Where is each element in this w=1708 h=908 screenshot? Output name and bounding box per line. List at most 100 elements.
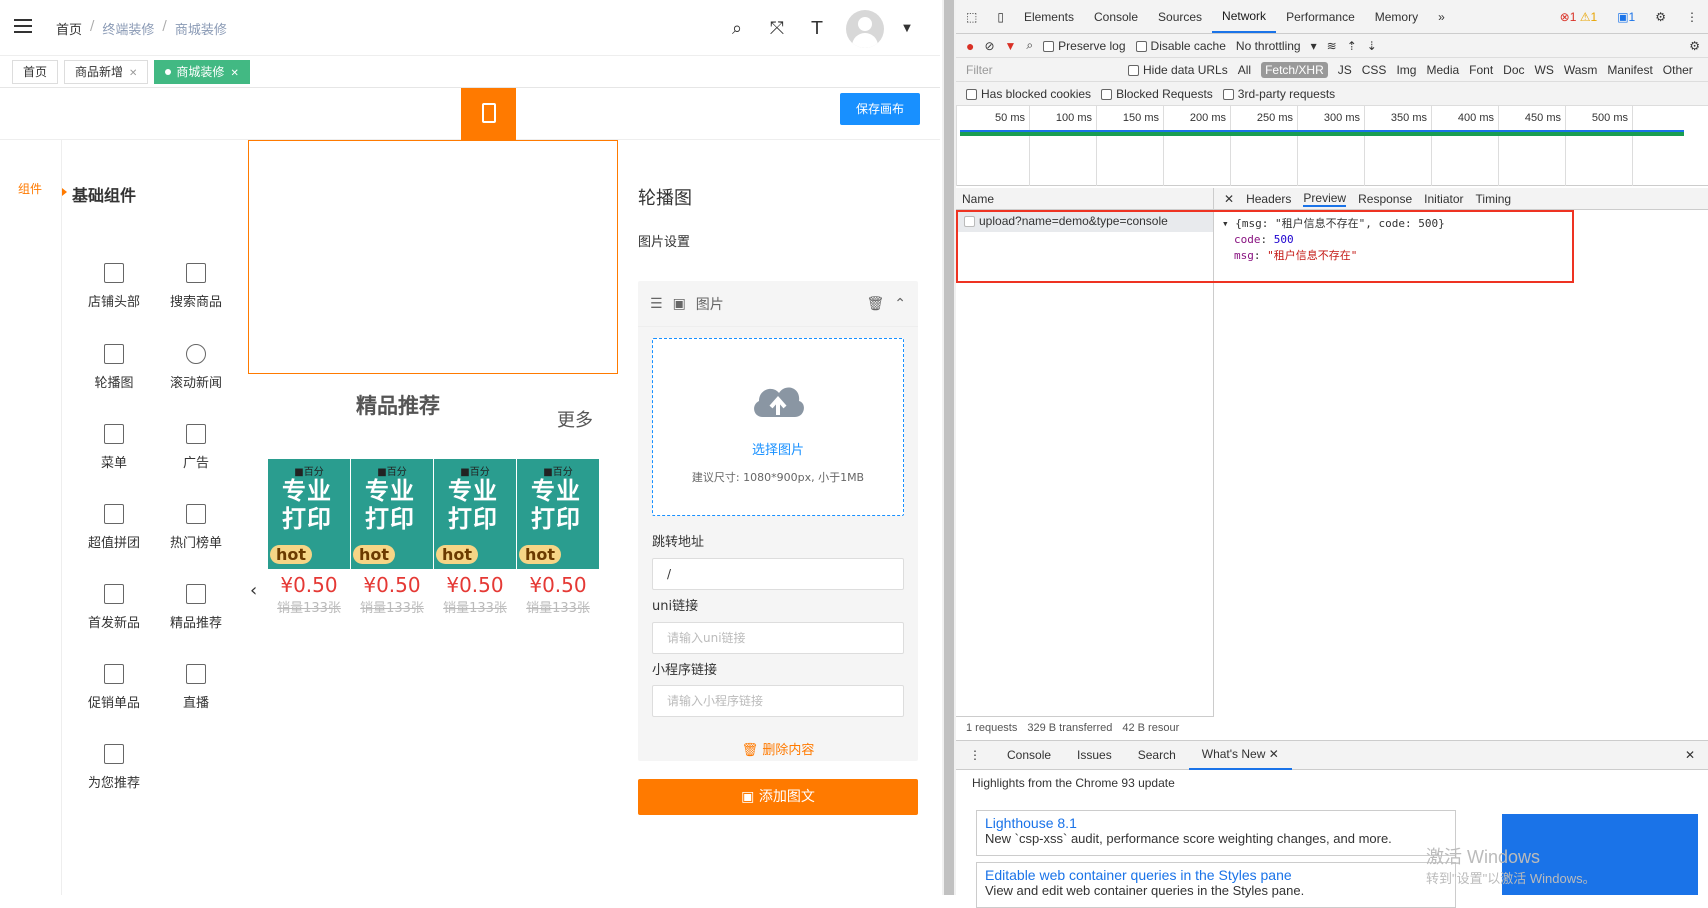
- close-icon[interactable]: ✕: [129, 68, 137, 79]
- drawer-tab-whats-new[interactable]: What's New ✕: [1188, 740, 1292, 770]
- scroll-thumb[interactable]: [944, 0, 954, 895]
- device-toggle-icon[interactable]: ▯: [987, 0, 1014, 34]
- product-card[interactable]: ■百分 专业打印 hot ¥0.50 销量133张: [517, 459, 599, 616]
- component-group-buy[interactable]: 超值拼团: [74, 504, 154, 551]
- uni-link-input[interactable]: 请输入uni链接: [652, 622, 904, 654]
- tab-headers[interactable]: Headers: [1246, 192, 1291, 206]
- component-new-arrivals[interactable]: 首发新品: [74, 584, 154, 631]
- more-link[interactable]: 更多: [557, 406, 593, 432]
- record-icon[interactable]: ●: [966, 38, 974, 54]
- filter-doc[interactable]: Doc: [1503, 63, 1524, 77]
- jump-url-input[interactable]: /: [652, 558, 904, 590]
- component-menu[interactable]: 菜单: [74, 424, 154, 471]
- preserve-log-checkbox[interactable]: Preserve log: [1043, 39, 1126, 53]
- close-icon[interactable]: ✕: [1672, 741, 1708, 769]
- menu-toggle-icon[interactable]: [14, 19, 32, 35]
- tab-initiator[interactable]: Initiator: [1424, 192, 1463, 206]
- wifi-icon[interactable]: ≋: [1327, 39, 1337, 53]
- gear-icon[interactable]: ⚙: [1645, 0, 1676, 34]
- close-icon[interactable]: ✕: [230, 68, 238, 79]
- tab-timing[interactable]: Timing: [1476, 192, 1512, 206]
- component-news[interactable]: 滚动新闻: [156, 344, 236, 391]
- upload-icon[interactable]: ⇡: [1347, 39, 1357, 53]
- filter-fetch-xhr[interactable]: Fetch/XHR: [1261, 61, 1328, 78]
- fullscreen-icon[interactable]: ⤧: [766, 18, 788, 40]
- disable-cache-checkbox[interactable]: Disable cache: [1135, 39, 1226, 53]
- network-timeline[interactable]: 50 ms 100 ms 150 ms 200 ms 250 ms 300 ms…: [956, 106, 1708, 186]
- carousel-canvas[interactable]: [248, 140, 618, 374]
- filter-css[interactable]: CSS: [1362, 63, 1387, 77]
- mobile-preview-button[interactable]: [461, 88, 516, 140]
- tab-response[interactable]: Response: [1358, 192, 1412, 206]
- component-shop-header[interactable]: 店铺头部: [74, 263, 154, 310]
- drawer-tab-search[interactable]: Search: [1125, 741, 1189, 769]
- tab-sources[interactable]: Sources: [1148, 0, 1212, 34]
- name-column-header[interactable]: Name: [956, 188, 1213, 210]
- filter-ws[interactable]: WS: [1535, 63, 1554, 77]
- blocked-requests-checkbox[interactable]: Blocked Requests: [1101, 87, 1213, 101]
- news-card[interactable]: Editable web container queries in the St…: [976, 862, 1456, 908]
- select-image-link[interactable]: 选择图片: [653, 439, 903, 458]
- page-scrollbar[interactable]: [942, 0, 956, 895]
- throttling-select[interactable]: No throttling: [1236, 39, 1301, 53]
- kebab-menu-icon[interactable]: ⋮: [1676, 0, 1708, 34]
- chevron-up-icon[interactable]: ⌃: [894, 296, 906, 312]
- hide-data-urls-checkbox[interactable]: Hide data URLs: [1128, 63, 1228, 77]
- tab-performance[interactable]: Performance: [1276, 0, 1365, 34]
- tab-mall-decoration[interactable]: 商城装修 ✕: [154, 59, 250, 84]
- filter-manifest[interactable]: Manifest: [1607, 63, 1652, 77]
- breadcrumb-home[interactable]: 首页: [56, 19, 82, 38]
- component-search[interactable]: 搜索商品: [156, 263, 236, 310]
- news-title[interactable]: Editable web container queries in the St…: [985, 867, 1447, 883]
- filter-icon[interactable]: ▼: [1005, 39, 1017, 53]
- component-featured[interactable]: 精品推荐: [156, 584, 236, 631]
- component-ad[interactable]: 广告: [156, 424, 236, 471]
- trash-icon[interactable]: 🗑: [866, 296, 884, 312]
- product-card[interactable]: ■百分 专业打印 hot ¥0.50 销量133张: [268, 459, 350, 616]
- search-icon[interactable]: ⌕: [1026, 38, 1033, 53]
- news-title[interactable]: Lighthouse 8.1: [985, 815, 1447, 831]
- filter-input[interactable]: Filter: [966, 63, 1118, 77]
- filter-font[interactable]: Font: [1469, 63, 1493, 77]
- message-badge[interactable]: ▣1: [1607, 0, 1645, 34]
- third-party-checkbox[interactable]: 3rd-party requests: [1222, 87, 1335, 101]
- drawer-tab-issues[interactable]: Issues: [1064, 741, 1125, 769]
- filter-media[interactable]: Media: [1426, 63, 1459, 77]
- filter-all[interactable]: All: [1238, 63, 1251, 77]
- drawer-tab-console[interactable]: Console: [994, 741, 1064, 769]
- download-icon[interactable]: ⇣: [1367, 39, 1377, 53]
- tab-product-new[interactable]: 商品新增 ✕: [64, 59, 149, 84]
- more-tabs-icon[interactable]: »: [1428, 0, 1455, 34]
- tab-network[interactable]: Network: [1212, 1, 1277, 33]
- tab-elements[interactable]: Elements: [1014, 0, 1084, 34]
- component-recommend[interactable]: 为您推荐: [74, 744, 154, 791]
- component-hot-list[interactable]: 热门榜单: [156, 504, 236, 551]
- tab-home[interactable]: 首页: [12, 59, 59, 84]
- avatar[interactable]: [846, 10, 884, 48]
- news-card[interactable]: Lighthouse 8.1 New `csp-xss` audit, perf…: [976, 810, 1456, 856]
- tab-console[interactable]: Console: [1084, 0, 1148, 34]
- tab-preview[interactable]: Preview: [1303, 191, 1347, 207]
- inspect-icon[interactable]: ⬚: [956, 0, 987, 34]
- gear-icon[interactable]: ⚙: [1689, 39, 1700, 53]
- product-card[interactable]: ■百分 专业打印 hot ¥0.50 销量133张: [434, 459, 516, 616]
- clear-icon[interactable]: ⊘: [984, 39, 994, 53]
- font-size-icon[interactable]: T: [806, 18, 828, 40]
- product-card[interactable]: ■百分 专业打印 hot ¥0.50 销量133张: [351, 459, 433, 616]
- image-upload-area[interactable]: 选择图片 建议尺寸: 1080*900px, 小于1MB: [652, 338, 904, 516]
- error-badge[interactable]: ⊗1 ⚠1: [1550, 0, 1608, 34]
- delete-content-button[interactable]: 🗑 删除内容: [638, 739, 918, 758]
- kebab-menu-icon[interactable]: ⋮: [956, 741, 994, 769]
- chevron-down-icon[interactable]: ▾: [1311, 39, 1317, 53]
- component-live[interactable]: 直播: [156, 664, 236, 711]
- chevron-left-icon[interactable]: ‹: [250, 580, 257, 601]
- component-carousel[interactable]: 轮播图: [74, 344, 154, 391]
- search-icon[interactable]: ⌕: [726, 18, 748, 40]
- tab-memory[interactable]: Memory: [1365, 0, 1428, 34]
- blocked-cookies-checkbox[interactable]: Has blocked cookies: [966, 87, 1091, 101]
- rail-label-components[interactable]: 组件: [18, 180, 42, 197]
- save-canvas-button[interactable]: 保存画布: [840, 93, 920, 125]
- component-promo[interactable]: 促销单品: [74, 664, 154, 711]
- sort-icon[interactable]: ☰: [650, 296, 663, 312]
- breadcrumb-terminal[interactable]: 终端装修: [102, 19, 154, 38]
